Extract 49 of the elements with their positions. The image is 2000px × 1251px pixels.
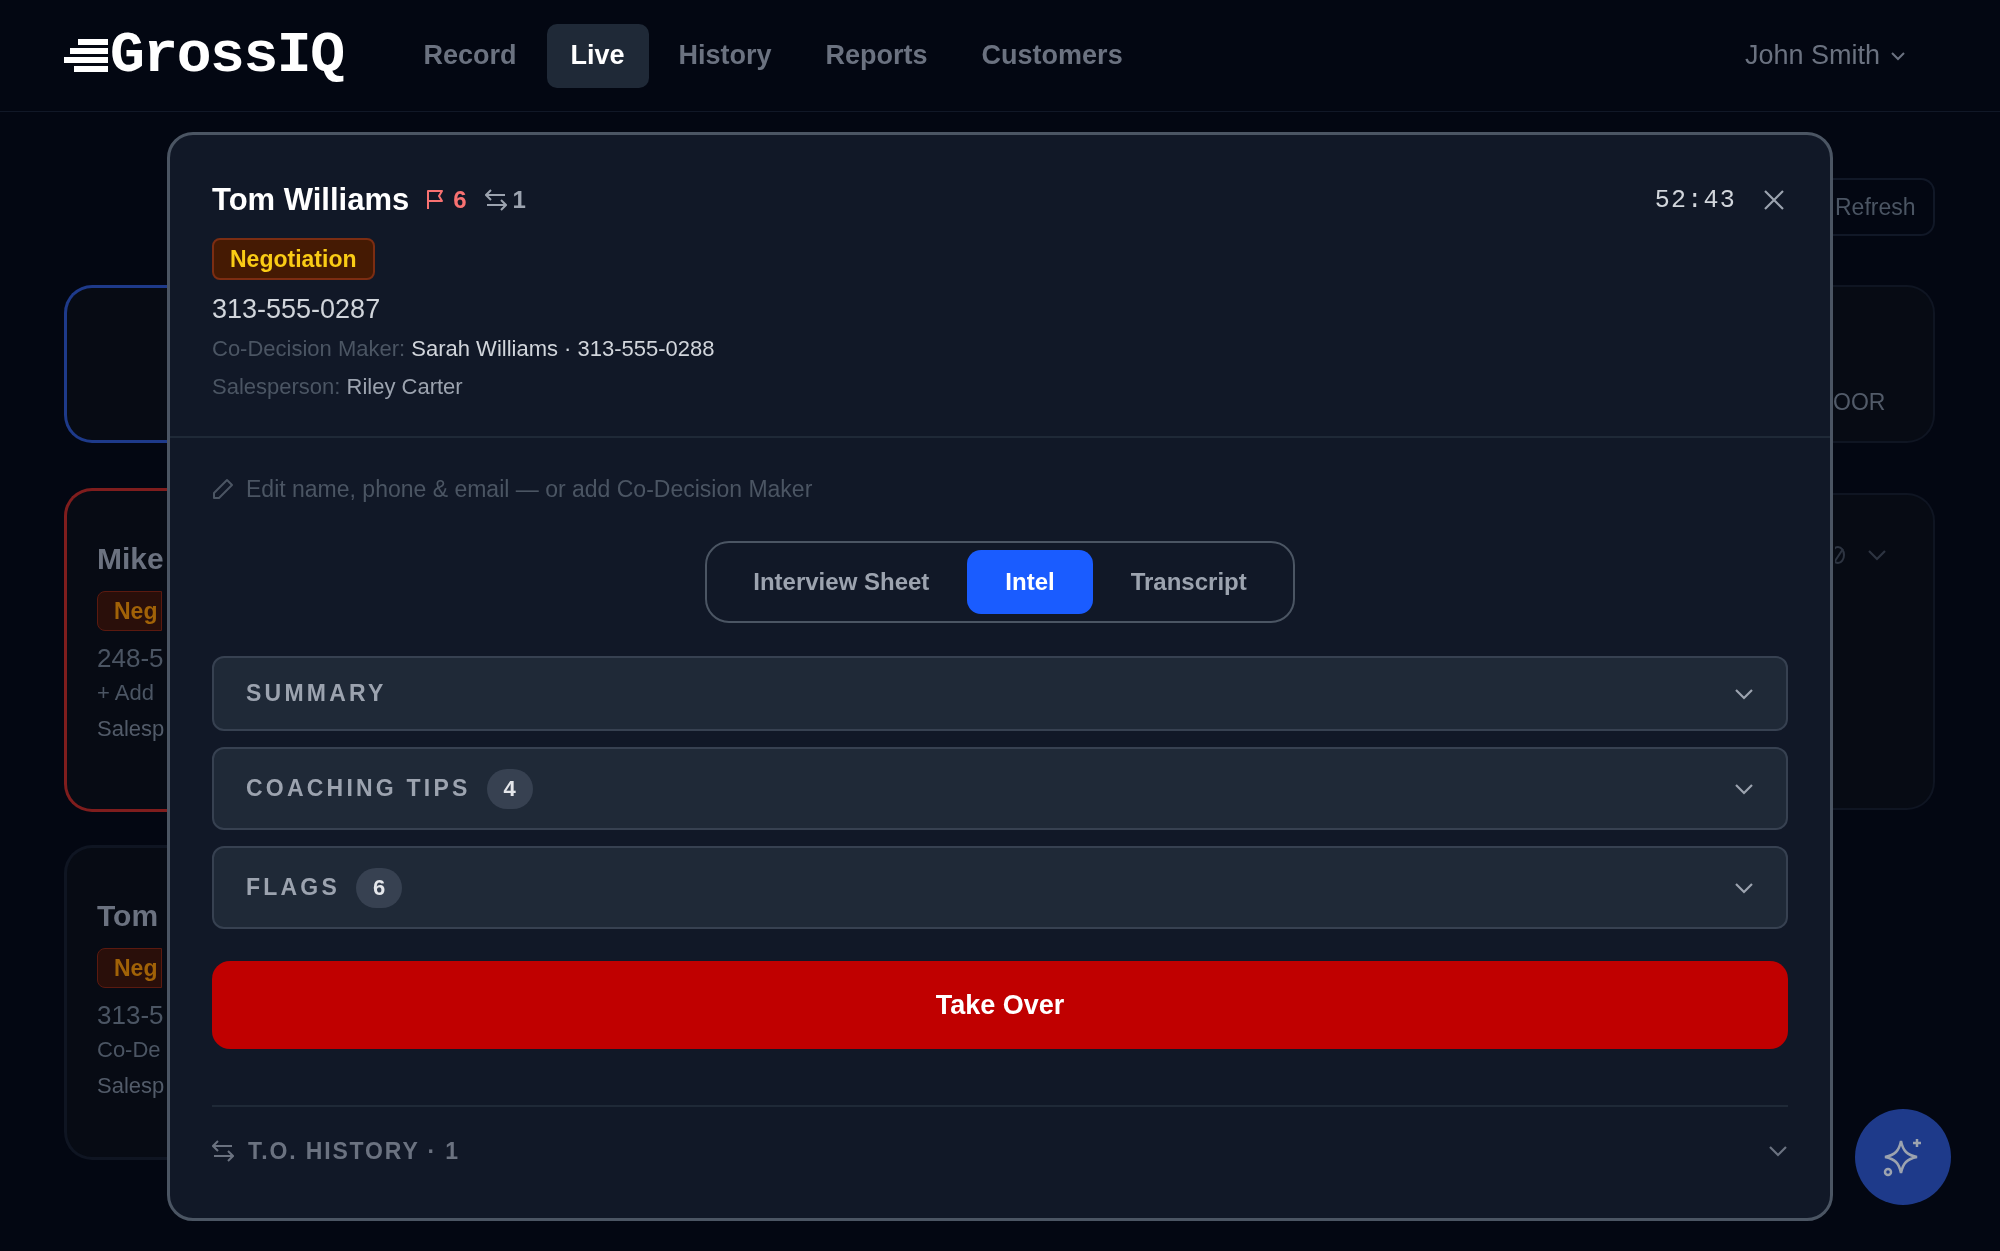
- history-toggle[interactable]: T.O. HISTORY · 1: [248, 1133, 460, 1169]
- accordion-header[interactable]: COACHING TIPS 4: [212, 747, 1788, 830]
- field-value: Sarah Williams · 313-555-0288: [411, 335, 715, 361]
- flag-icon: [425, 189, 446, 212]
- accordion-header[interactable]: SUMMARY: [212, 656, 1788, 731]
- section-title: COACHING TIPS: [246, 774, 471, 804]
- customer-name: Mike: [97, 541, 165, 577]
- user-menu[interactable]: John Smith: [1744, 35, 1906, 76]
- tab[interactable]: Intel: [967, 550, 1093, 614]
- close-icon: [1763, 189, 1785, 212]
- info-text: Co-De: [97, 1036, 162, 1064]
- nav-tab[interactable]: History: [654, 23, 796, 88]
- info-text: + Add: [97, 679, 155, 707]
- field-label: Salesperson:: [212, 373, 341, 399]
- timer: 52:43: [1654, 184, 1736, 217]
- stage-badge: Negotiation: [212, 237, 375, 280]
- field-value: Riley Carter: [346, 373, 463, 399]
- logo[interactable]: GrossIQ: [110, 26, 344, 85]
- section-title: SUMMARY: [246, 679, 387, 709]
- section-title: FLAGS: [246, 873, 341, 903]
- tab[interactable]: Interview Sheet: [715, 550, 968, 614]
- flag-count: 6: [453, 185, 467, 216]
- pencil-icon: [212, 477, 234, 500]
- nav-tab[interactable]: Reports: [801, 23, 952, 88]
- take-over-button[interactable]: Take Over: [212, 961, 1788, 1049]
- transfer-count: 1: [512, 185, 526, 216]
- count-badge: 6: [356, 867, 403, 908]
- stage-badge: Neg: [97, 948, 163, 988]
- phone-number: 313-5: [97, 999, 165, 1032]
- customer-name: Tom: [97, 898, 160, 934]
- accordion-header[interactable]: FLAGS 6: [212, 846, 1788, 929]
- logo-icon: [64, 36, 108, 75]
- count-badge: 4: [486, 768, 533, 809]
- status-text: OOR: [1833, 388, 1887, 417]
- chevron-down-icon: [1890, 50, 1906, 61]
- info-text: Salesp: [97, 1072, 166, 1100]
- slashed-circle-icon: [1835, 545, 1845, 565]
- nav-tab[interactable]: Customers: [957, 23, 1147, 88]
- swap-arrows-icon: [484, 189, 507, 212]
- customer-name: Tom Williams: [212, 181, 410, 219]
- info-text: Salesp: [97, 715, 166, 743]
- nav-tab[interactable]: Live: [546, 23, 649, 88]
- tab[interactable]: Transcript: [1092, 550, 1285, 614]
- phone-number: 248-5: [97, 642, 165, 675]
- phone-number: 313-555-0287: [212, 292, 382, 326]
- swap-arrows-icon: [212, 1140, 234, 1162]
- nav-tab[interactable]: Record: [399, 23, 541, 88]
- field-label: Co-Decision Maker:: [212, 335, 406, 361]
- stage-badge: Neg: [97, 591, 163, 631]
